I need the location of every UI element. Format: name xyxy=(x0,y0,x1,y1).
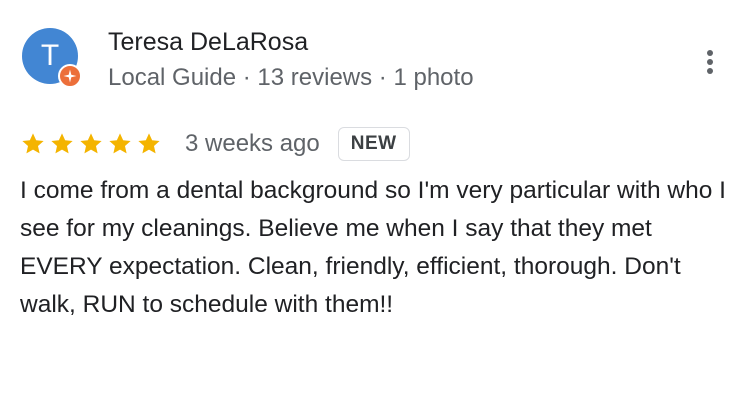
star-icon xyxy=(138,133,160,154)
avatar-initial: T xyxy=(40,39,60,72)
review-card: T Teresa DeLaRosa Local Guide · 13 revie… xyxy=(0,0,740,400)
meta-separator: · xyxy=(236,64,258,91)
star-icon xyxy=(51,133,73,154)
reviewer-level: Local Guide xyxy=(108,64,237,91)
meta-separator: · xyxy=(372,64,394,91)
star-rating xyxy=(20,131,165,157)
reviewer-photos-count: 1 photo xyxy=(393,64,474,91)
menu-dot xyxy=(707,50,713,56)
review-text: I come from a dental background so I'm v… xyxy=(20,177,726,318)
menu-dot xyxy=(707,68,713,74)
reviewer-reviews-count: 13 reviews xyxy=(257,64,373,91)
reviewer-name[interactable]: Teresa DeLaRosa xyxy=(108,28,308,57)
more-vert-icon[interactable] xyxy=(696,44,724,80)
rating-row: 3 weeks ago NEW xyxy=(20,124,410,164)
menu-dot xyxy=(707,59,713,65)
review-date: 3 weeks ago xyxy=(185,130,320,157)
star-icon xyxy=(80,133,102,154)
reviewer-meta[interactable]: Local Guide · 13 reviews · 1 photo xyxy=(108,64,474,92)
star-icon xyxy=(109,133,131,154)
new-badge: NEW xyxy=(337,127,410,161)
local-guide-star-icon xyxy=(58,64,82,88)
star-icon xyxy=(22,133,44,154)
